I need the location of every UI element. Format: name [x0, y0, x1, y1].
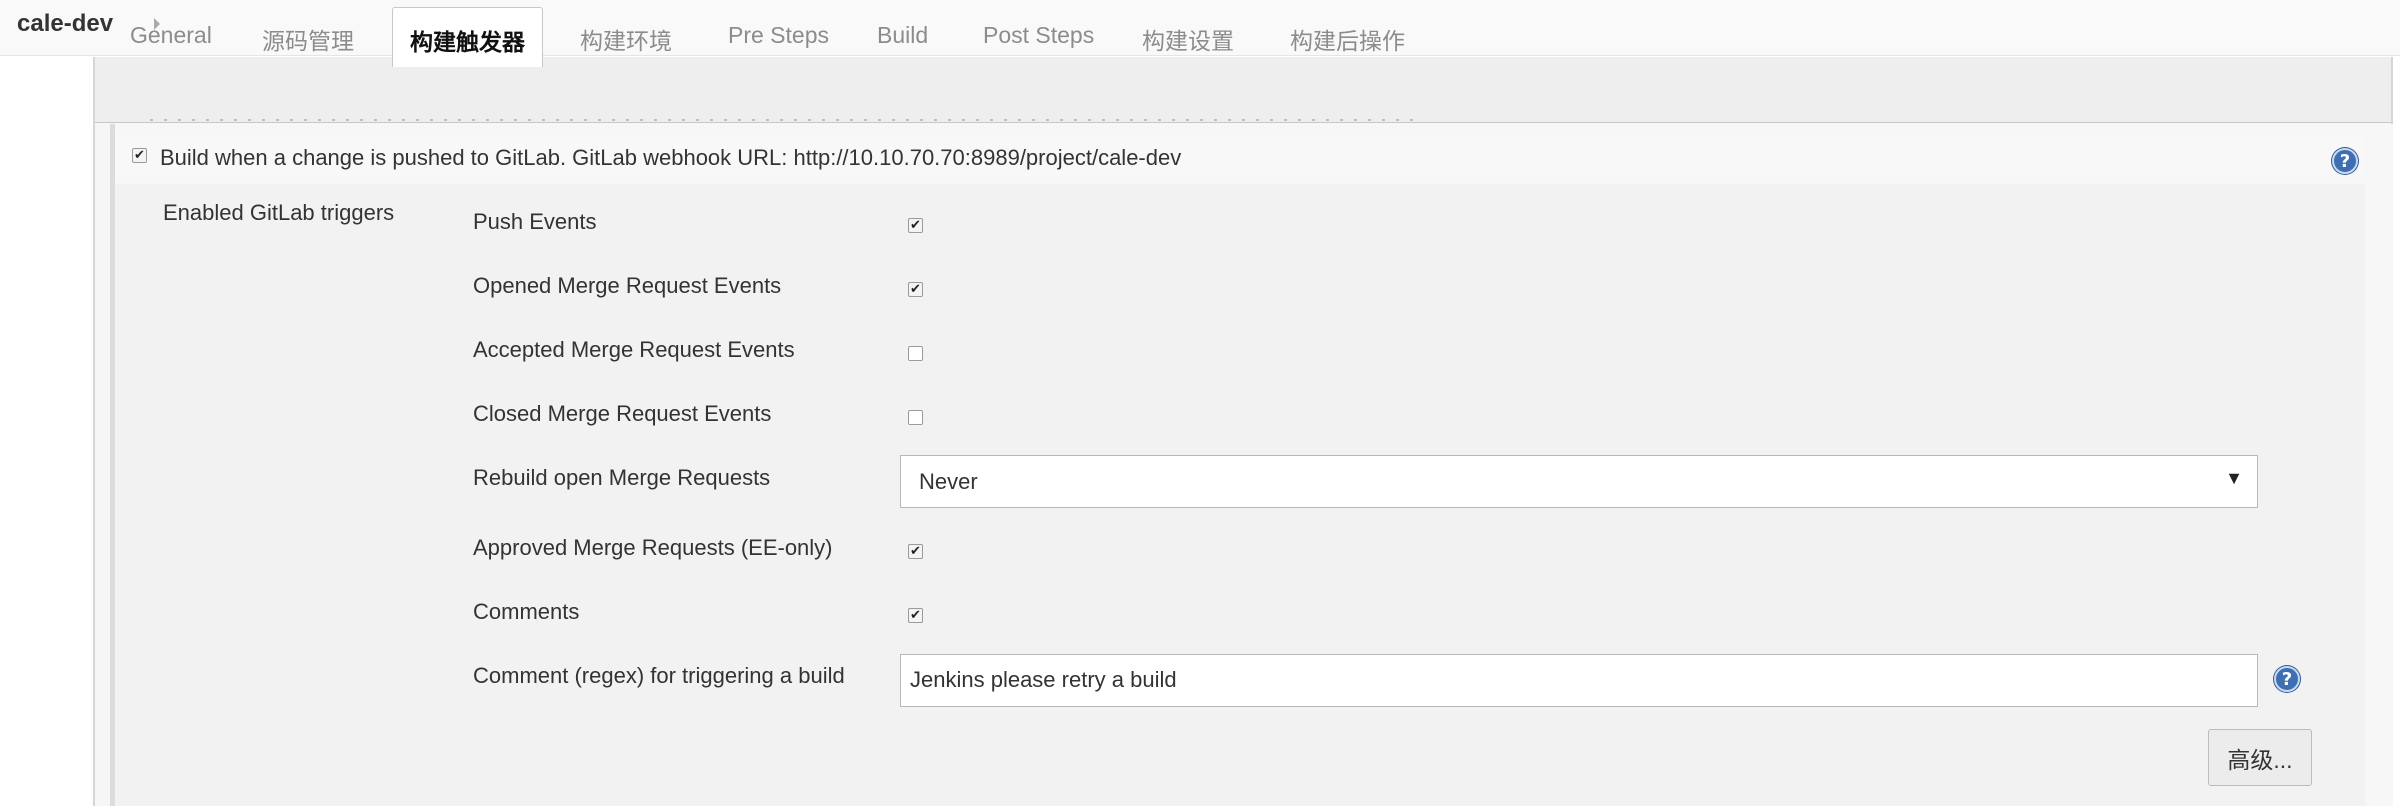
comment-regex-input[interactable]: Jenkins please retry a build [900, 654, 2258, 707]
chevron-down-icon: ▼ [2225, 468, 2243, 488]
tab-pre-steps[interactable]: Pre Steps [728, 22, 829, 49]
closed-mr-events-checkbox[interactable] [908, 410, 923, 425]
enabled-gitlab-triggers-label: Enabled GitLab triggers [163, 200, 395, 225]
comments-checkbox[interactable]: ✔ [908, 608, 923, 623]
opened-mr-events-checkbox[interactable]: ✔ [908, 282, 923, 297]
approved-mr-label: Approved Merge Requests (EE-only) [473, 535, 833, 560]
tab-source-code-management[interactable]: 源码管理 [262, 22, 354, 56]
push-events-checkbox[interactable]: ✔ [908, 218, 923, 233]
closed-mr-events-label: Closed Merge Request Events [473, 401, 772, 426]
tab-build-environment[interactable]: 构建环境 [580, 22, 672, 56]
cutoff-previous-option [150, 119, 1420, 123]
rebuild-open-mr-select[interactable]: Never ▼ [900, 455, 2258, 508]
checkmark-icon: ✔ [910, 218, 921, 233]
tab-post-steps[interactable]: Post Steps [983, 22, 1094, 49]
tab-build[interactable]: Build [877, 22, 928, 49]
rebuild-open-mr-selected: Never [919, 469, 978, 494]
checkmark-icon: ✔ [910, 282, 921, 297]
gitlab-trigger-label: Build when a change is pushed to GitLab.… [160, 145, 1182, 170]
comment-regex-label: Comment (regex) for triggering a build [473, 663, 845, 688]
checkmark-icon: ✔ [134, 148, 145, 163]
accepted-mr-events-label: Accepted Merge Request Events [473, 337, 795, 362]
tab-build-settings[interactable]: 构建设置 [1142, 22, 1234, 56]
tab-general[interactable]: General [130, 22, 212, 49]
help-icon[interactable]: ? [2274, 666, 2300, 692]
approved-mr-checkbox[interactable]: ✔ [908, 544, 923, 559]
comments-label: Comments [473, 599, 580, 624]
checkmark-icon: ✔ [910, 544, 921, 559]
gitlab-trigger-checkbox[interactable]: ✔ [132, 148, 147, 163]
breadcrumb-project-link[interactable]: cale-dev [17, 10, 113, 38]
rebuild-open-mr-label: Rebuild open Merge Requests [473, 465, 771, 490]
help-icon[interactable]: ? [2332, 148, 2358, 174]
push-events-label: Push Events [473, 209, 597, 234]
advanced-button[interactable]: 高级... [2208, 729, 2312, 786]
checkmark-icon: ✔ [910, 608, 921, 623]
opened-mr-events-label: Opened Merge Request Events [473, 273, 782, 298]
accepted-mr-events-checkbox[interactable] [908, 346, 923, 361]
tab-post-build-actions[interactable]: 构建后操作 [1290, 22, 1405, 56]
tab-build-triggers[interactable]: 构建触发器 [392, 7, 543, 67]
